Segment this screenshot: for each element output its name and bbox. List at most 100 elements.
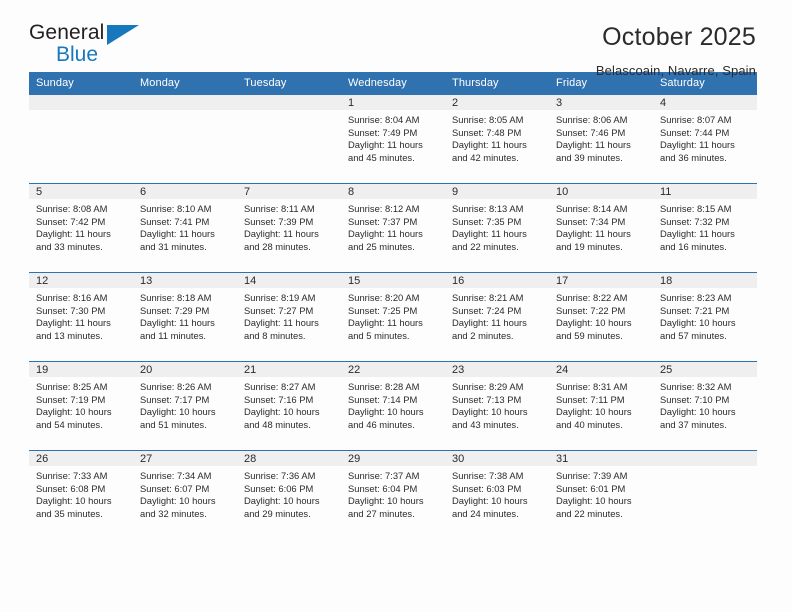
day-details: Sunrise: 8:06 AM Sunset: 7:46 PM Daylight:… bbox=[549, 110, 653, 164]
calendar-day-cell[interactable]: 19 Sunrise: 8:25 AM Sunset: 7:19 PM Dayligh… bbox=[29, 361, 133, 451]
day-number bbox=[133, 95, 237, 110]
daylight-duration-line2: and 48 minutes. bbox=[244, 418, 311, 430]
daylight-duration-line2: and 57 minutes. bbox=[660, 329, 727, 341]
day-number: 10 bbox=[549, 184, 653, 199]
daylight-duration-line2: and 42 minutes. bbox=[452, 151, 519, 163]
daylight-duration-line1: Daylight: 11 hours bbox=[452, 317, 527, 329]
day-details: Sunrise: 7:36 AM Sunset: 6:06 PM Daylight:… bbox=[237, 466, 341, 520]
day-details: Sunrise: 8:27 AM Sunset: 7:16 PM Daylight:… bbox=[237, 377, 341, 431]
daylight-duration-line1: Daylight: 11 hours bbox=[348, 228, 423, 240]
calendar-day-cell[interactable]: 10 Sunrise: 8:14 AM Sunset: 7:34 PM Dayligh… bbox=[549, 183, 653, 273]
calendar-day-cell[interactable]: 24 Sunrise: 8:31 AM Sunset: 7:11 PM Dayligh… bbox=[549, 361, 653, 451]
day-number bbox=[653, 451, 757, 466]
day-details: Sunrise: 8:14 AM Sunset: 7:34 PM Daylight:… bbox=[549, 199, 653, 253]
calendar-day-cell[interactable]: 26 Sunrise: 7:33 AM Sunset: 6:08 PM Dayligh… bbox=[29, 450, 133, 539]
logo-text-general: General bbox=[29, 21, 105, 44]
calendar-day-cell[interactable]: 17 Sunrise: 8:22 AM Sunset: 7:22 PM Dayligh… bbox=[549, 272, 653, 362]
sunset-time: Sunset: 7:19 PM bbox=[36, 393, 106, 405]
calendar-day-cell[interactable]: 13 Sunrise: 8:18 AM Sunset: 7:29 PM Dayligh… bbox=[133, 272, 237, 362]
calendar-day-cell[interactable]: 4 Sunrise: 8:07 AM Sunset: 7:44 PM Daylight… bbox=[653, 95, 757, 184]
sunrise-time: Sunrise: 7:38 AM bbox=[452, 470, 524, 481]
day-number: 20 bbox=[133, 362, 237, 377]
calendar-day-cell[interactable]: 1 Sunrise: 8:04 AM Sunset: 7:49 PM Daylight… bbox=[341, 95, 445, 184]
daylight-duration-line1: Daylight: 10 hours bbox=[244, 495, 320, 507]
calendar-day-cell[interactable]: 7 Sunrise: 8:11 AM Sunset: 7:39 PM Daylight… bbox=[237, 183, 341, 273]
general-blue-logo[interactable]: General Blue bbox=[29, 22, 159, 70]
daylight-duration-line1: Daylight: 10 hours bbox=[348, 406, 424, 418]
sunrise-time: Sunrise: 8:12 AM bbox=[348, 203, 420, 214]
weekday-header-tuesday: Tuesday bbox=[237, 72, 341, 95]
calendar-day-cell[interactable]: 15 Sunrise: 8:20 AM Sunset: 7:25 PM Dayligh… bbox=[341, 272, 445, 362]
calendar-day-cell[interactable]: 29 Sunrise: 7:37 AM Sunset: 6:04 PM Dayligh… bbox=[341, 450, 445, 539]
calendar-day-cell[interactable]: 9 Sunrise: 8:13 AM Sunset: 7:35 PM Daylight… bbox=[445, 183, 549, 273]
calendar-day-cell[interactable]: 30 Sunrise: 7:38 AM Sunset: 6:03 PM Dayligh… bbox=[445, 450, 549, 539]
day-details: Sunrise: 7:39 AM Sunset: 6:01 PM Daylight:… bbox=[549, 466, 653, 520]
calendar-day-cell[interactable]: 21 Sunrise: 8:27 AM Sunset: 7:16 PM Dayligh… bbox=[237, 361, 341, 451]
sunrise-time: Sunrise: 8:04 AM bbox=[348, 114, 420, 125]
daylight-duration-line2: and 27 minutes. bbox=[348, 507, 415, 519]
daylight-duration-line1: Daylight: 11 hours bbox=[556, 139, 631, 151]
day-details: Sunrise: 8:10 AM Sunset: 7:41 PM Daylight:… bbox=[133, 199, 237, 253]
day-number: 15 bbox=[341, 273, 445, 288]
day-details: Sunrise: 8:08 AM Sunset: 7:42 PM Daylight:… bbox=[29, 199, 133, 253]
daylight-duration-line2: and 16 minutes. bbox=[660, 240, 727, 252]
daylight-duration-line2: and 40 minutes. bbox=[556, 418, 623, 430]
calendar-day-cell[interactable]: 2 Sunrise: 8:05 AM Sunset: 7:48 PM Daylight… bbox=[445, 95, 549, 184]
day-details: Sunrise: 8:25 AM Sunset: 7:19 PM Daylight:… bbox=[29, 377, 133, 431]
day-number: 6 bbox=[133, 184, 237, 199]
day-number: 17 bbox=[549, 273, 653, 288]
calendar-day-cell[interactable]: 6 Sunrise: 8:10 AM Sunset: 7:41 PM Daylight… bbox=[133, 183, 237, 273]
sunrise-time: Sunrise: 8:07 AM bbox=[660, 114, 732, 125]
day-details: Sunrise: 8:32 AM Sunset: 7:10 PM Daylight:… bbox=[653, 377, 757, 431]
sunset-time: Sunset: 7:25 PM bbox=[348, 304, 418, 316]
sunset-time: Sunset: 7:44 PM bbox=[660, 126, 730, 138]
calendar-day-cell[interactable]: 14 Sunrise: 8:19 AM Sunset: 7:27 PM Dayligh… bbox=[237, 272, 341, 362]
day-number: 24 bbox=[549, 362, 653, 377]
calendar-day-cell[interactable]: 8 Sunrise: 8:12 AM Sunset: 7:37 PM Daylight… bbox=[341, 183, 445, 273]
sunset-time: Sunset: 7:41 PM bbox=[140, 215, 210, 227]
calendar-day-cell[interactable]: 16 Sunrise: 8:21 AM Sunset: 7:24 PM Dayligh… bbox=[445, 272, 549, 362]
calendar-day-cell[interactable]: 3 Sunrise: 8:06 AM Sunset: 7:46 PM Daylight… bbox=[549, 95, 653, 184]
calendar-day-cell[interactable]: 25 Sunrise: 8:32 AM Sunset: 7:10 PM Dayligh… bbox=[653, 361, 757, 451]
day-details: Sunrise: 8:11 AM Sunset: 7:39 PM Daylight:… bbox=[237, 199, 341, 253]
daylight-duration-line1: Daylight: 11 hours bbox=[140, 228, 215, 240]
sunset-time: Sunset: 7:24 PM bbox=[452, 304, 522, 316]
day-number: 28 bbox=[237, 451, 341, 466]
sunset-time: Sunset: 7:30 PM bbox=[36, 304, 106, 316]
day-number: 2 bbox=[445, 95, 549, 110]
calendar-day-cell[interactable]: 31 Sunrise: 7:39 AM Sunset: 6:01 PM Dayligh… bbox=[549, 450, 653, 539]
sunrise-time: Sunrise: 7:34 AM bbox=[140, 470, 212, 481]
calendar-day-cell[interactable]: 20 Sunrise: 8:26 AM Sunset: 7:17 PM Dayligh… bbox=[133, 361, 237, 451]
day-details: Sunrise: 8:26 AM Sunset: 7:17 PM Daylight:… bbox=[133, 377, 237, 431]
sunrise-time: Sunrise: 8:11 AM bbox=[244, 203, 315, 214]
sunset-time: Sunset: 7:42 PM bbox=[36, 215, 106, 227]
calendar-day-cell[interactable]: 5 Sunrise: 8:08 AM Sunset: 7:42 PM Daylight… bbox=[29, 183, 133, 273]
day-number: 29 bbox=[341, 451, 445, 466]
daylight-duration-line1: Daylight: 10 hours bbox=[452, 495, 528, 507]
calendar-day-cell[interactable]: 28 Sunrise: 7:36 AM Sunset: 6:06 PM Dayligh… bbox=[237, 450, 341, 539]
day-details: Sunrise: 7:37 AM Sunset: 6:04 PM Daylight:… bbox=[341, 466, 445, 520]
calendar-day-cell[interactable]: 18 Sunrise: 8:23 AM Sunset: 7:21 PM Dayligh… bbox=[653, 272, 757, 362]
calendar-day-cell[interactable]: 11 Sunrise: 8:15 AM Sunset: 7:32 PM Dayligh… bbox=[653, 183, 757, 273]
day-number: 19 bbox=[29, 362, 133, 377]
title-block: October 2025 Belascoain, Navarre, Spain bbox=[596, 22, 756, 77]
sunrise-time: Sunrise: 7:37 AM bbox=[348, 470, 420, 481]
sunset-time: Sunset: 7:17 PM bbox=[140, 393, 210, 405]
sunrise-time: Sunrise: 7:36 AM bbox=[244, 470, 316, 481]
calendar-day-cell[interactable]: 23 Sunrise: 8:29 AM Sunset: 7:13 PM Dayligh… bbox=[445, 361, 549, 451]
sunset-time: Sunset: 7:48 PM bbox=[452, 126, 522, 138]
weekday-header-thursday: Thursday bbox=[445, 72, 549, 95]
daylight-duration-line2: and 5 minutes. bbox=[348, 329, 410, 341]
daylight-duration-line2: and 2 minutes. bbox=[452, 329, 514, 341]
daylight-duration-line2: and 45 minutes. bbox=[348, 151, 415, 163]
daylight-duration-line2: and 51 minutes. bbox=[140, 418, 207, 430]
day-number: 31 bbox=[549, 451, 653, 466]
calendar-day-cell[interactable]: 27 Sunrise: 7:34 AM Sunset: 6:07 PM Dayligh… bbox=[133, 450, 237, 539]
calendar-day-cell[interactable]: 22 Sunrise: 8:28 AM Sunset: 7:14 PM Dayligh… bbox=[341, 361, 445, 451]
calendar-day-cell[interactable]: 12 Sunrise: 8:16 AM Sunset: 7:30 PM Dayligh… bbox=[29, 272, 133, 362]
daylight-duration-line2: and 8 minutes. bbox=[244, 329, 306, 341]
daylight-duration-line2: and 37 minutes. bbox=[660, 418, 727, 430]
sunrise-time: Sunrise: 8:16 AM bbox=[36, 292, 108, 303]
calendar-week-row: 5 Sunrise: 8:08 AM Sunset: 7:42 PM Daylight… bbox=[29, 183, 757, 273]
day-number: 9 bbox=[445, 184, 549, 199]
